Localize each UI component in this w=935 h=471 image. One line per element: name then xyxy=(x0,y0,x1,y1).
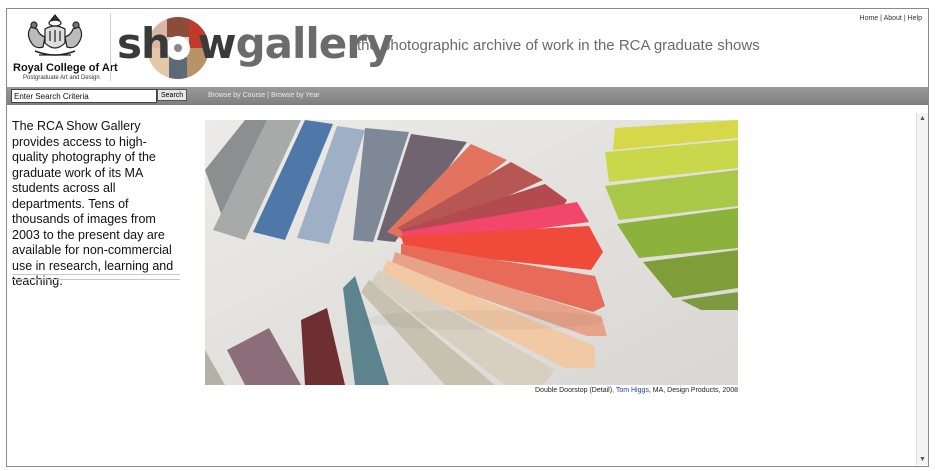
site-header: Royal College of Art Postgraduate Art an… xyxy=(7,9,928,87)
sidebar-divider xyxy=(12,274,180,275)
browse-separator: | xyxy=(267,92,269,99)
sidebar-divider xyxy=(12,279,180,280)
help-link[interactable]: Help xyxy=(908,15,922,22)
vertical-scrollbar[interactable]: ▲ ▼ xyxy=(916,113,928,465)
showgallery-logo[interactable]: showgallery xyxy=(117,17,393,79)
home-link[interactable]: Home xyxy=(860,15,879,22)
caption-title: Double Doorstop (Detail), xyxy=(535,387,614,394)
site-tagline: the photographic archive of work in the … xyxy=(357,37,760,54)
institution-subtitle: Postgraduate Art and Design xyxy=(23,75,100,81)
browse-links: Browse by Course | Browse by Year xyxy=(208,92,320,99)
toplink-separator: | xyxy=(880,15,882,22)
caption-details: , MA, Design Products, 2008 xyxy=(648,387,738,394)
logo-show-text: sh xyxy=(117,19,171,68)
top-links: Home | About | Help xyxy=(860,15,922,22)
about-link[interactable]: About xyxy=(884,15,902,22)
rca-logo[interactable]: Royal College of Art Postgraduate Art an… xyxy=(7,11,118,83)
search-button[interactable]: Search xyxy=(157,89,188,101)
search-bar: Search Browse by Course | Browse by Year xyxy=(7,87,928,105)
scroll-down-arrow-icon[interactable]: ▼ xyxy=(917,454,928,465)
institution-name: Royal College of Art xyxy=(13,62,118,74)
intro-text: The RCA Show Gallery provides access to … xyxy=(12,119,174,288)
artist-link[interactable]: Tom Higgs xyxy=(616,387,649,394)
logo-w-text: w xyxy=(197,19,237,68)
image-caption: Double Doorstop (Detail), Tom Higgs, MA,… xyxy=(535,387,738,394)
royal-crest-icon xyxy=(27,14,83,56)
toplink-separator: | xyxy=(903,15,906,22)
browser-content-frame: Royal College of Art Postgraduate Art an… xyxy=(6,8,929,467)
scroll-up-arrow-icon[interactable]: ▲ xyxy=(917,113,928,124)
featured-image[interactable] xyxy=(205,120,738,385)
browse-by-year-link[interactable]: Browse by Year xyxy=(271,92,320,99)
search-input[interactable] xyxy=(11,89,157,103)
browse-by-course-link[interactable]: Browse by Course xyxy=(208,92,265,99)
header-divider xyxy=(110,13,111,81)
logo-wordmark: showgallery xyxy=(117,19,393,68)
logo-o-text: o xyxy=(170,19,198,68)
